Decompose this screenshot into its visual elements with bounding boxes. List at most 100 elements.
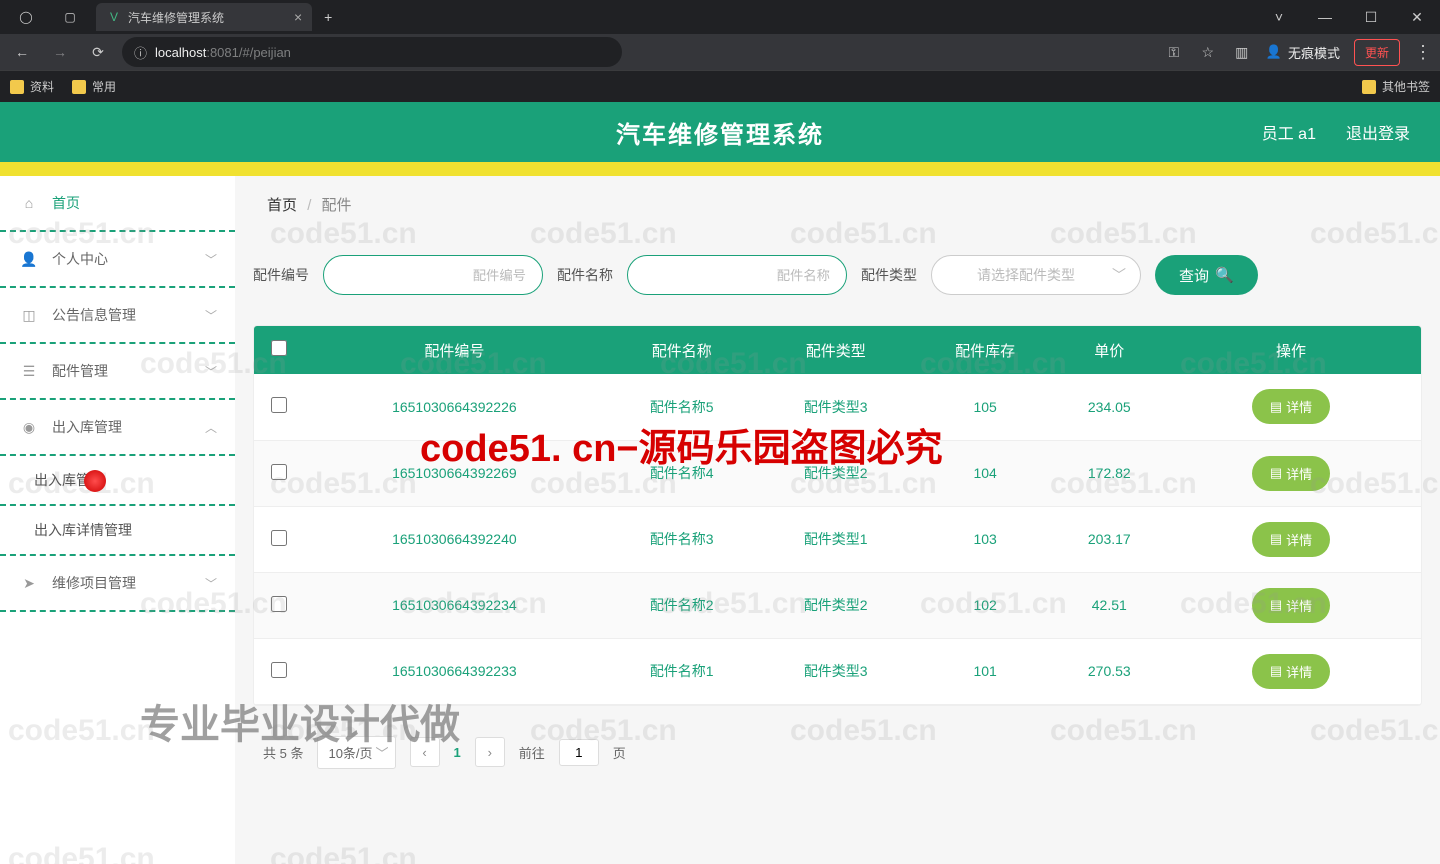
close-icon[interactable]: × [294, 9, 302, 25]
sidebar-sub-inout-detail[interactable]: 出入库详情管理 [0, 506, 235, 556]
breadcrumb: 首页 / 配件 [235, 176, 1440, 225]
chevron-down-icon: ﹀ [205, 575, 217, 592]
filter-id-label: 配件编号 [253, 265, 309, 285]
info-icon: ⓘ [134, 43, 147, 62]
filter-name-input[interactable] [627, 255, 847, 295]
tab-active[interactable]: V 汽车维修管理系统 × [96, 3, 312, 31]
url-input[interactable]: ⓘ localhost:8081/#/peijian [122, 37, 622, 67]
logout-link[interactable]: 退出登录 [1346, 120, 1410, 144]
cell-name: 配件名称3 [605, 506, 759, 572]
detail-button[interactable]: ▤ 详情 [1252, 389, 1330, 424]
search-button[interactable]: 查询 🔍 [1155, 255, 1258, 295]
main-content: 首页 / 配件 配件编号 🔍 配件名称 🔍 配件类型 请选择配件类型 ﹀ [235, 176, 1440, 864]
close-window-icon[interactable]: ✕ [1394, 0, 1440, 34]
app-title: 汽车维修管理系统 [0, 115, 1440, 150]
user-label[interactable]: 员工 a1 [1262, 120, 1316, 144]
sidebar-item-notice[interactable]: ◫ 公告信息管理 ﹀ [0, 288, 235, 344]
home-icon: ⌂ [20, 194, 38, 212]
bookmark-item[interactable]: 常用 [72, 78, 116, 95]
sidebar-item-home[interactable]: ⌂ 首页 [0, 176, 235, 232]
tab-2[interactable]: ▢ [52, 3, 94, 31]
chevron-down-icon: ﹀ [205, 307, 217, 324]
table-row: 1651030664392233配件名称1配件类型3101270.53▤ 详情 [254, 638, 1421, 704]
detail-button[interactable]: ▤ 详情 [1252, 654, 1330, 689]
prev-page-button[interactable]: ‹ [410, 737, 440, 767]
row-checkbox[interactable] [271, 662, 287, 678]
detail-button[interactable]: ▤ 详情 [1252, 522, 1330, 557]
chevron-down-icon: ﹀ [205, 363, 217, 380]
select-all-checkbox[interactable] [271, 340, 287, 356]
reload-button[interactable]: ⟳ [84, 38, 112, 66]
cell-id: 1651030664392240 [304, 506, 605, 572]
update-button[interactable]: 更新 [1354, 39, 1400, 66]
breadcrumb-root[interactable]: 首页 [267, 197, 297, 214]
globe-icon: ◯ [18, 9, 34, 25]
goto-input[interactable] [559, 739, 599, 766]
header-accent [0, 162, 1440, 176]
folder-icon [72, 80, 86, 94]
cell-type: 配件类型1 [759, 506, 913, 572]
chevron-down-icon[interactable]: ˅ [1256, 0, 1302, 34]
incognito-chip[interactable]: 👤无痕模式 [1266, 43, 1340, 62]
row-checkbox[interactable] [271, 464, 287, 480]
filter-type-select[interactable]: 请选择配件类型 ﹀ [931, 255, 1141, 295]
key-icon[interactable]: ⚿ [1164, 42, 1184, 62]
send-icon: ➤ [20, 574, 38, 592]
back-button[interactable]: ← [8, 38, 36, 66]
list-icon: ☰ [20, 362, 38, 380]
page-total: 共 5 条 [263, 743, 303, 762]
sidebar-item-parts[interactable]: ☰ 配件管理 ﹀ [0, 344, 235, 400]
cell-stock: 104 [913, 440, 1058, 506]
parts-table: 配件编号 配件名称 配件类型 配件库存 单价 操作 16510306643922… [253, 325, 1422, 706]
row-checkbox[interactable] [271, 596, 287, 612]
bookmark-item[interactable]: 资料 [10, 78, 54, 95]
cell-stock: 102 [913, 572, 1058, 638]
vue-icon: V [106, 9, 122, 25]
next-page-button[interactable]: › [475, 737, 505, 767]
tab-bar: ◯ ▢ V 汽车维修管理系统 × + ˅ ― ☐ ✕ [0, 0, 1440, 34]
cell-price: 270.53 [1058, 638, 1161, 704]
chevron-up-icon: ︿ [205, 419, 217, 436]
doc-icon: ▤ [1270, 399, 1282, 415]
tab-1[interactable]: ◯ [8, 3, 50, 31]
other-bookmarks[interactable]: 其他书签 [1362, 78, 1430, 95]
page-root: code51.cn code51.cn code51.cn code51.cn … [0, 102, 1440, 864]
cell-name: 配件名称5 [605, 374, 759, 440]
sidebar-item-inout[interactable]: ◉ 出入库管理 ︿ [0, 400, 235, 456]
chevron-down-icon: ﹀ [1112, 265, 1126, 285]
app-header: 汽车维修管理系统 员工 a1 退出登录 [0, 102, 1440, 162]
chart-icon: ◫ [20, 306, 38, 324]
page-size-select[interactable]: 10条/页 ﹀ [317, 736, 395, 769]
star-icon[interactable]: ☆ [1198, 42, 1218, 62]
cell-type: 配件类型2 [759, 440, 913, 506]
table-row: 1651030664392234配件名称2配件类型210242.51▤ 详情 [254, 572, 1421, 638]
filter-type-label: 配件类型 [861, 265, 917, 285]
detail-button[interactable]: ▤ 详情 [1252, 456, 1330, 491]
maximize-icon[interactable]: ☐ [1348, 0, 1394, 34]
page-current[interactable]: 1 [454, 745, 461, 760]
row-checkbox[interactable] [271, 397, 287, 413]
table-row: 1651030664392226配件名称5配件类型3105234.05▤ 详情 [254, 374, 1421, 440]
detail-button[interactable]: ▤ 详情 [1252, 588, 1330, 623]
table-row: 1651030664392240配件名称3配件类型1103203.17▤ 详情 [254, 506, 1421, 572]
panel-icon[interactable]: ▥ [1232, 42, 1252, 62]
cell-type: 配件类型2 [759, 572, 913, 638]
sidebar-sub-inout-mgmt[interactable]: 出入库管理 [0, 456, 235, 506]
menu-icon[interactable]: ⋮ [1414, 42, 1432, 63]
filter-id-input[interactable] [323, 255, 543, 295]
cell-name: 配件名称4 [605, 440, 759, 506]
cell-price: 42.51 [1058, 572, 1161, 638]
sidebar-item-repair[interactable]: ➤ 维修项目管理 ﹀ [0, 556, 235, 612]
doc-icon: ▤ [1270, 663, 1282, 679]
search-icon: 🔍 [1215, 266, 1234, 284]
sidebar-item-personal[interactable]: 👤 个人中心 ﹀ [0, 232, 235, 288]
row-checkbox[interactable] [271, 530, 287, 546]
minimize-icon[interactable]: ― [1302, 0, 1348, 34]
cell-id: 1651030664392226 [304, 374, 605, 440]
filter-name-label: 配件名称 [557, 265, 613, 285]
cell-id: 1651030664392269 [304, 440, 605, 506]
cell-type: 配件类型3 [759, 638, 913, 704]
forward-button[interactable]: → [46, 38, 74, 66]
new-tab-button[interactable]: + [314, 3, 342, 31]
bookmarks-bar: 资料 常用 其他书签 [0, 70, 1440, 102]
